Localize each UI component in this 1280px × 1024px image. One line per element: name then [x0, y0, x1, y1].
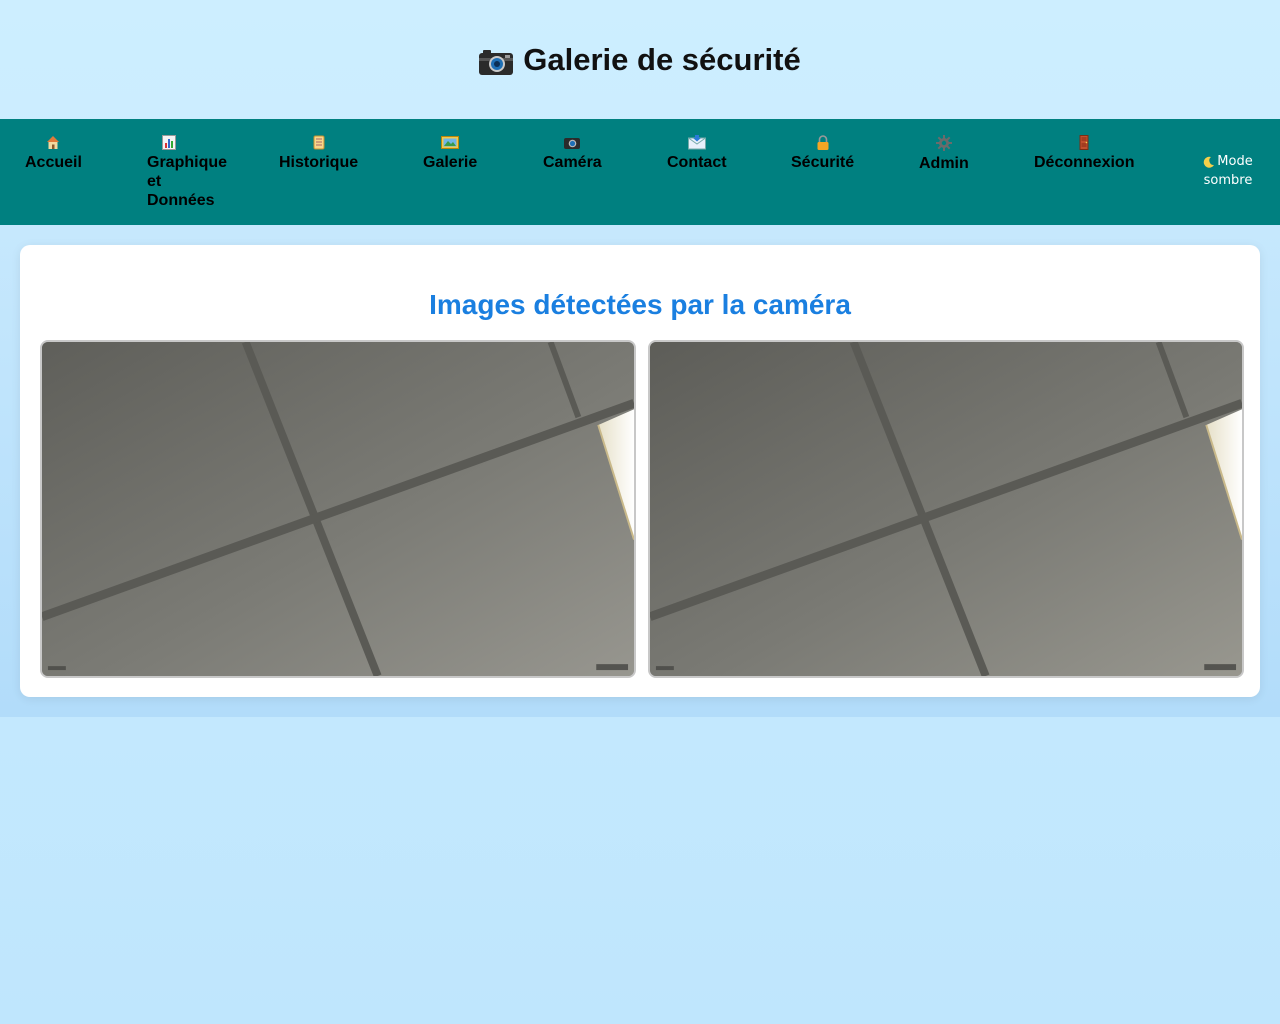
gallery-image[interactable]	[648, 340, 1244, 678]
nav-item-securite[interactable]: Sécurité	[791, 135, 854, 172]
nav-item-historique[interactable]: Historique	[279, 135, 358, 172]
nav-item-graphique[interactable]: Graphique et Données	[147, 135, 227, 210]
nav-item-galerie[interactable]: Galerie	[423, 135, 477, 172]
main-nav: Accueil Graphique et Données Historique …	[0, 119, 1280, 225]
picture-icon	[441, 136, 460, 149]
house-icon	[47, 136, 60, 149]
camera-icon	[479, 47, 514, 75]
ceiling-photo	[42, 342, 634, 676]
dark-mode-label-line: Mode	[1217, 154, 1253, 169]
nav-item-deconnexion[interactable]: Déconnexion	[1034, 135, 1134, 172]
nav-item-camera[interactable]: Caméra	[543, 135, 602, 172]
moon-icon	[1204, 156, 1215, 168]
ceiling-photo	[650, 342, 1242, 676]
dark-mode-toggle[interactable]: Mode sombre	[1200, 154, 1256, 189]
main-content: Images détectées par la caméra	[0, 225, 1280, 717]
nav-item-contact[interactable]: Contact	[667, 135, 727, 172]
envelope-icon	[687, 135, 706, 150]
dark-mode-label-line: sombre	[1203, 173, 1253, 188]
camera-icon	[564, 138, 581, 149]
page-title-text: Galerie de sécurité	[523, 41, 801, 77]
gallery-image[interactable]	[40, 340, 636, 678]
nav-label-line: et	[147, 173, 162, 190]
lock-icon	[817, 135, 829, 150]
chart-icon	[162, 135, 176, 150]
nav-label-line: Graphique	[147, 154, 228, 171]
page-header: Galerie de sécurité	[0, 0, 1280, 119]
gallery-heading: Images détectées par la caméra	[429, 289, 851, 320]
page-title: Galerie de sécurité	[479, 41, 801, 78]
nav-item-admin[interactable]: Admin	[919, 135, 969, 173]
gallery-card: Images détectées par la caméra	[20, 245, 1260, 697]
nav-label-line: Données	[147, 192, 215, 209]
nav-item-accueil[interactable]: Accueil	[25, 135, 82, 172]
door-icon	[1079, 135, 1089, 150]
gear-icon	[935, 135, 952, 151]
scroll-icon	[313, 135, 325, 150]
